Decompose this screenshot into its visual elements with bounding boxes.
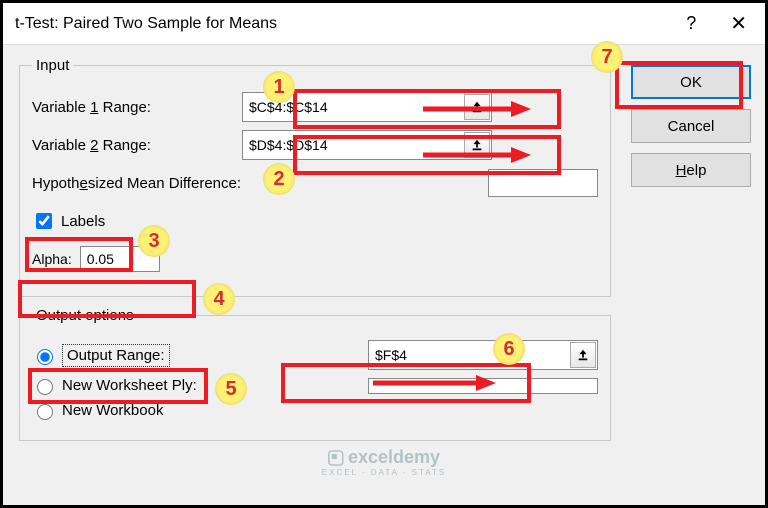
callout-3: 3: [138, 225, 170, 257]
watermark: exceldemy EXCEL · DATA · STATS: [322, 447, 446, 477]
help-button[interactable]: Help: [631, 153, 751, 187]
var2-range-input[interactable]: [243, 134, 463, 156]
range-picker-icon[interactable]: [464, 94, 490, 120]
output-range-label: Output Range:: [62, 344, 170, 367]
close-icon[interactable]: ✕: [724, 11, 753, 36]
output-legend: Output options: [32, 307, 138, 324]
var1-label: Variable 1 Range:: [32, 99, 242, 116]
input-legend: Input: [32, 57, 73, 74]
new-worksheet-input[interactable]: [368, 378, 598, 394]
hypo-input[interactable]: [488, 169, 598, 197]
ok-button[interactable]: OK: [631, 65, 751, 99]
var2-range-box: [242, 130, 492, 160]
range-picker-icon[interactable]: [570, 342, 596, 368]
callout-4: 4: [203, 283, 235, 315]
help-icon[interactable]: ?: [686, 13, 696, 34]
output-group: Output options Output Range:: [19, 307, 611, 441]
new-workbook-radio[interactable]: [37, 404, 53, 420]
new-workbook-label: New Workbook: [62, 402, 163, 419]
range-picker-icon[interactable]: [464, 132, 490, 158]
var2-label: Variable 2 Range:: [32, 137, 242, 154]
labels-checkbox-input[interactable]: [36, 213, 52, 229]
output-range-radio[interactable]: [37, 349, 53, 365]
new-worksheet-radio[interactable]: [37, 379, 53, 395]
callout-7: 7: [591, 41, 623, 73]
cancel-button[interactable]: Cancel: [631, 109, 751, 143]
output-range-box: [368, 340, 598, 370]
labels-checkbox[interactable]: Labels: [32, 210, 105, 232]
hypo-label: Hypothesized Mean Difference:: [32, 175, 488, 192]
callout-6: 6: [493, 333, 525, 365]
callout-5: 5: [215, 373, 247, 405]
input-group: Input Variable 1 Range: Variable 2 Ran: [19, 57, 611, 297]
output-range-input[interactable]: [369, 347, 569, 363]
alpha-label: Alpha:: [32, 251, 72, 267]
dialog-title: t-Test: Paired Two Sample for Means: [15, 15, 686, 33]
new-worksheet-label: New Worksheet Ply:: [62, 377, 197, 394]
callout-1: 1: [263, 71, 295, 103]
title-bar: t-Test: Paired Two Sample for Means ? ✕: [3, 3, 765, 45]
callout-2: 2: [263, 163, 295, 195]
